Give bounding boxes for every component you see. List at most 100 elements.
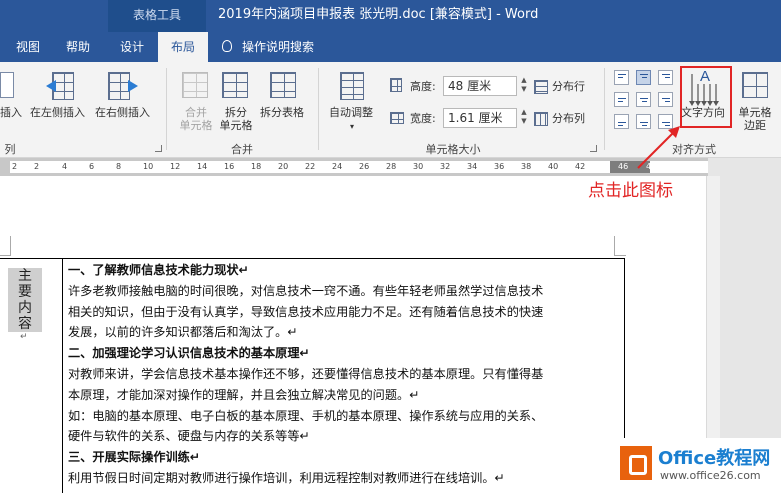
ruler-tick: 22 [305,162,316,171]
ruler-tick: 8 [116,162,122,171]
ruler-tick: 44 [590,162,601,171]
crop-mark [0,255,10,256]
cell-margins-icon [742,72,768,98]
tab-layout[interactable]: 布局 [158,32,208,62]
width-label: 宽度: [410,112,436,125]
body-text-line: 许多老教师接触电脑的时间很晚，对信息技术一窍不通。有些年轻老师虽然学过信息技术 [68,283,544,298]
insert-left-button[interactable]: 在左侧插入 [30,106,85,119]
section-heading: 三、开展实际操作训练↵ [68,450,201,465]
rows-columns-group-label: 列 [4,143,16,156]
table-column-divider [62,258,63,493]
height-spinner[interactable]: ▲ ▼ [518,76,530,96]
ribbon-tabs: 视图 帮助 设计 布局 操作说明搜索 [0,32,781,62]
ruler-tick: 18 [251,162,262,171]
height-label: 高度: [410,80,436,93]
merge-group-label: 合并 [231,143,253,156]
ruler-tick: 16 [224,162,235,171]
alignment-group-label: 对齐方式 [672,143,716,156]
align-middle-right-button[interactable] [658,92,673,107]
body-text-line: 对教师来讲，学会信息技术基本操作还不够，还要懂得信息技术的基本原理。只有懂得基 [68,367,544,381]
insert-below-icon [0,72,14,98]
tell-me-search[interactable]: 操作说明搜索 [222,32,314,62]
align-center-button[interactable] [636,92,651,107]
cell-margins-button[interactable]: 单元格 边距 [734,106,776,132]
separator [166,68,167,150]
ruler-tick: 48 [646,162,657,171]
tab-view[interactable]: 视图 [8,32,48,62]
document-title: 2019年内涵项目申报表 张光明.doc [兼容模式] - Word [218,7,539,22]
office-logo-icon [620,446,652,480]
ruler-tick: 2 [34,162,40,171]
ruler-tick: 20 [278,162,289,171]
align-bottom-center-button[interactable] [636,114,651,129]
ruler-tick: 36 [494,162,505,171]
split-table-button[interactable]: 拆分表格 [260,106,304,119]
ruler-tick: 14 [197,162,208,171]
ruler-tick: 32 [440,162,451,171]
body-text-line: 本原理，才能加深对操作的理解，并且会独立解决常见的问题。↵ [68,387,420,402]
rows-columns-launcher[interactable] [155,145,162,152]
height-input[interactable]: 48 厘米 [443,76,517,96]
width-icon [390,112,404,124]
autofit-button[interactable]: 自动调整 [329,106,373,119]
ruler-tick: 38 [521,162,532,171]
separator [604,68,605,150]
autofit-icon [340,72,364,100]
cell-size-launcher[interactable] [590,145,597,152]
distribute-columns-button[interactable]: 分布列 [552,112,585,125]
body-text-line: 利用节假日时间定期对教师进行操作培训，利用远程控制对教师进行在线培训。↵ [68,471,505,485]
logo-url: www.office26.com [660,469,761,482]
cell-size-group-label: 单元格大小 [425,143,481,156]
split-table-icon [270,72,296,98]
crop-mark [614,255,626,256]
ruler-tick: 24 [332,162,343,171]
ruler-tick: 26 [359,162,370,171]
insert-right-icon [108,72,138,100]
site-logo: Office教程网 www.office26.com [618,438,781,493]
tell-me-label: 操作说明搜索 [242,40,315,54]
align-top-left-button[interactable] [614,70,629,85]
body-text-line: 发展，以前的许多知识都落后和淘汰了。↵ [68,325,298,340]
height-icon [390,78,402,92]
section-heading: 一、了解教师信息技术能力现状↵ [68,263,249,277]
title-bar: 表格工具 2019年内涵项目申报表 张光明.doc [兼容模式] - Word [0,0,781,32]
ruler-tick: 4 [62,162,68,171]
distribute-columns-icon [534,112,548,126]
crop-mark [10,236,11,256]
distribute-rows-icon [534,80,548,94]
table-tools-context-tab[interactable]: 表格工具 [108,0,206,32]
align-top-right-button[interactable] [658,70,673,85]
split-cells-button[interactable]: 拆分 单元格 [218,106,254,132]
insert-left-icon [46,72,74,100]
insert-right-button[interactable]: 在右侧插入 [95,106,150,119]
main-content-label[interactable]: 主 要 内 容 [8,268,42,332]
ruler-tick: 12 [170,162,181,171]
horizontal-ruler[interactable]: 2 2 4 6 8 10 12 14 16 18 20 22 24 26 28 30 32 34 36 38 40 42 4… [0,158,708,176]
merge-cells-icon [182,72,208,98]
chevron-down-icon: ▾ [350,122,355,131]
ruler-tick: 28 [386,162,397,171]
align-top-center-button[interactable] [636,70,651,85]
ribbon: 插入 在左侧插入 在右侧插入 列 合并 单元格 拆分 单元格 拆分表格 合并 自… [0,62,781,158]
merge-cells-button[interactable]: 合并 单元格 [178,106,214,132]
ruler-tick: 10 [143,162,154,171]
split-cells-icon [222,72,248,98]
align-bottom-left-button[interactable] [614,114,629,129]
insert-below-button[interactable]: 插入 [0,106,22,119]
section-heading: 二、加强理论学习认识信息技术的基本原理↵ [68,346,310,361]
ruler-tick: 42 [575,162,586,171]
distribute-rows-button[interactable]: 分布行 [552,80,585,93]
ruler-tick: 30 [413,162,424,171]
ruler-tick: 34 [467,162,478,171]
annotation-text: 点击此图标 [588,181,673,201]
tab-help[interactable]: 帮助 [58,32,98,62]
width-input[interactable]: 1.61 厘米 [443,108,517,128]
ruler-tick: 6 [89,162,95,171]
width-spinner[interactable]: ▲ ▼ [518,108,530,128]
body-text-line: 如：电脑的基本原理、电子白板的基本原理、手机的基本原理、操作系统与应用的关系、 [68,408,544,423]
align-bottom-right-button[interactable] [658,114,673,129]
body-text-line: 硬件与软件的关系、硬盘与内存的关系等等↵ [68,429,310,444]
tab-design[interactable]: 设计 [110,32,154,62]
text-direction-highlight [680,66,732,128]
align-middle-left-button[interactable] [614,92,629,107]
